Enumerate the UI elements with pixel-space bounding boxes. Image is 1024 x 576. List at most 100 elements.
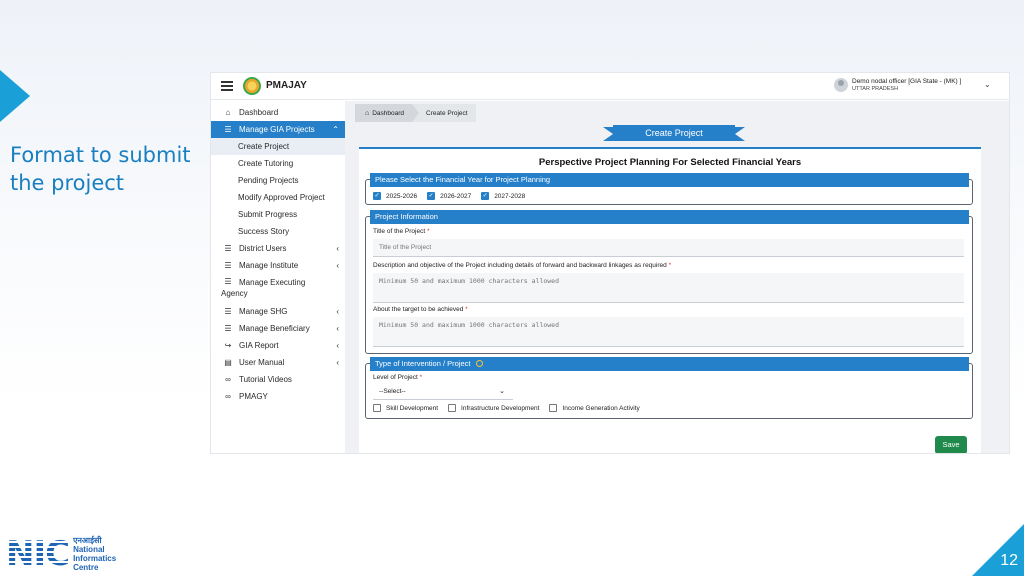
sidebar-item-manage-gia-projects[interactable]: ☰ Manage GIA Projects ⌃ [211,121,345,138]
description-label: Description and objective of the Project… [373,262,671,269]
page-title: Create Project [613,125,735,141]
chevron-left-icon: ‹ [336,307,339,316]
main-content: ⌂ Dashboard Create Project Create Projec… [345,101,1009,453]
sidebar-item-label: Manage Beneficiary [239,324,310,333]
sidebar-subitem-create-project[interactable]: Create Project [211,138,345,155]
sidebar-item-pmagy[interactable]: ∞ PMAGY [211,388,345,405]
sidebar-item-tutorial-videos[interactable]: ∞ Tutorial Videos [211,371,345,388]
create-project-form: Perspective Project Planning For Selecte… [359,147,981,453]
intervention-heading-text: Type of Intervention / Project [375,359,471,368]
title-label-text: Title of the Project [373,228,426,235]
sidebar-item-label: Dashboard [239,108,279,117]
target-label: About the target to be achieved * [373,306,468,313]
sidebar-item-label: PMAGY [239,392,268,401]
brand-title: PMAJAY [266,80,307,91]
list-icon: ☰ [224,261,232,270]
emblem-icon [243,77,261,95]
title-label: Title of the Project * [373,228,430,235]
list-icon: ☰ [224,324,232,333]
intervention-heading: Type of Intervention / Project [370,357,969,371]
nic-hindi: एनआईसी [73,536,102,545]
save-button[interactable]: Save [935,436,967,453]
nic-line2: Informatics [73,554,117,563]
page-number: 12 [1000,552,1018,569]
type-option-infrastructure[interactable]: Infrastructure Development [448,404,539,412]
breadcrumb-dashboard[interactable]: ⌂ Dashboard [355,104,420,122]
sidebar-item-label: Manage Institute [239,261,299,270]
top-bar: PMAJAY Demo nodal officer [GIA State - (… [211,73,1009,100]
fy-option-2[interactable]: ✓ 2026-2027 [427,192,471,200]
sidebar-item-user-manual[interactable]: ▤ User Manual ‹ [211,354,345,371]
sidebar-subitem-create-tutoring[interactable]: Create Tutoring [211,155,345,172]
form-title: Perspective Project Planning For Selecte… [538,157,802,168]
ribbon-right-tail [735,127,745,141]
sidebar-item-dashboard[interactable]: ⌂ Dashboard [211,104,345,121]
project-target-input[interactable] [373,317,964,347]
sidebar-subitem-success-story[interactable]: Success Story [211,223,345,240]
link-icon: ∞ [225,392,231,401]
fy-option-3[interactable]: ✓ 2027-2028 [481,192,525,200]
sidebar-item-manage-shg[interactable]: ☰ Manage SHG ‹ [211,303,345,320]
sidebar-item-gia-report[interactable]: ↪ GIA Report ‹ [211,337,345,354]
chevron-up-icon: ⌃ [332,125,339,134]
type-option-label: Income Generation Activity [562,404,640,412]
login-icon: ↪ [224,341,232,350]
sidebar-item-label: Tutorial Videos [239,375,292,384]
sidebar-subitem-pending-projects[interactable]: Pending Projects [211,172,345,189]
document-icon: ▤ [224,358,232,367]
home-icon: ⌂ [225,108,231,117]
type-option-skill[interactable]: Skill Development [373,404,438,412]
checkbox-icon[interactable] [373,404,381,412]
required-marker: * [426,228,430,235]
project-description-input[interactable] [373,273,964,303]
chevron-left-icon: ‹ [336,341,339,350]
user-state: UTTAR PRADESH [852,86,899,92]
user-name[interactable]: Demo nodal officer [GIA State - (MK) ] [852,78,961,85]
menu-icon[interactable] [221,81,233,91]
page-title-ribbon: Create Project [603,125,745,141]
sidebar-subitem-modify-approved-project[interactable]: Modify Approved Project [211,189,345,206]
financial-year-section: Please Select the Financial Year for Pro… [365,173,973,205]
level-label: Level of Project * [373,374,422,381]
chevron-left-icon: ‹ [336,324,339,333]
level-of-project-select[interactable]: --Select-- ⌄ [373,384,513,400]
list-icon: ☰ [224,307,232,316]
project-title-input[interactable] [373,239,964,257]
level-select-value: --Select-- [379,388,406,395]
type-option-label: Skill Development [386,404,439,412]
type-option-income[interactable]: Income Generation Activity [549,404,640,412]
breadcrumb-home-label: Dashboard [372,109,405,117]
list-icon: ☰ [224,277,232,286]
checkbox-icon[interactable] [549,404,558,412]
nic-logo: NIC एनआईसी National Informatics Centre [6,536,116,572]
chevron-down-icon[interactable]: ⌄ [984,80,991,89]
fy-option-1[interactable]: ✓ 2025-2026 [373,192,417,200]
slide-arrow-decoration [0,70,30,122]
type-option-label: Infrastructure Development [461,404,540,412]
project-info-section: Project Information Title of the Project… [365,210,973,354]
user-avatar[interactable] [834,78,848,92]
level-label-text: Level of Project [373,374,418,381]
sidebar-item-label: User Manual [239,358,285,367]
chevron-left-icon: ‹ [336,358,339,367]
sidebar-item-label: GIA Report [239,341,279,350]
sidebar-item-manage-institute[interactable]: ☰ Manage Institute ‹ [211,257,345,274]
nic-mark: NIC [6,534,70,574]
sidebar-item-label: Manage SHG [239,307,288,316]
checkbox-checked-icon[interactable]: ✓ [481,192,490,200]
nic-mark-text: NIC [6,534,70,574]
sidebar-subitem-submit-progress[interactable]: Submit Progress [211,206,345,223]
checkbox-icon[interactable] [448,404,457,412]
target-label-text: About the target to be achieved [373,306,464,313]
sidebar-item-manage-beneficiary[interactable]: ☰ Manage Beneficiary ‹ [211,320,345,337]
checkbox-checked-icon[interactable]: ✓ [427,192,436,200]
fy-option-label: 2027-2028 [494,192,526,200]
app-screenshot: PMAJAY Demo nodal officer [GIA State - (… [210,72,1010,454]
checkbox-checked-icon[interactable]: ✓ [373,192,381,200]
slide-caption: Format to submit the project [10,143,191,195]
sidebar-item-district-users[interactable]: ☰ District Users ‹ [211,240,345,257]
sidebar-item-manage-executing-agency[interactable]: ☰ Manage Executing Agency [211,274,345,303]
required-marker: * [465,306,468,313]
description-label-text: Description and objective of the Project… [373,262,667,269]
info-icon[interactable] [475,360,483,367]
